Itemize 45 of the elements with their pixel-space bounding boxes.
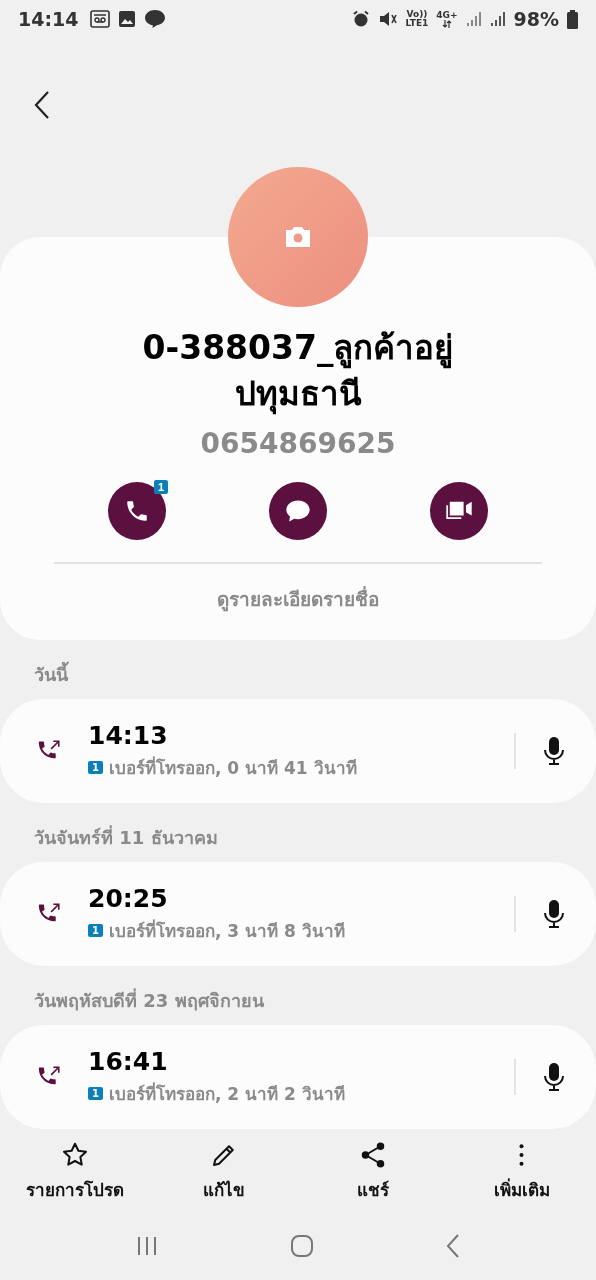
- chat-app-icon: [144, 9, 167, 30]
- date-heading: วันนี้: [33, 660, 70, 687]
- battery-percent: 98%: [513, 8, 559, 31]
- recording-button[interactable]: [542, 898, 566, 929]
- share-button[interactable]: แชร์: [302, 1138, 443, 1204]
- call-time: 20:25: [88, 883, 169, 913]
- sim-badge: 1: [88, 923, 103, 937]
- video-button[interactable]: [430, 481, 488, 540]
- battery-icon: [567, 9, 578, 29]
- message-button[interactable]: [269, 481, 327, 540]
- phone-number: 0654869625: [200, 426, 396, 460]
- call-time: 16:41: [88, 1046, 169, 1076]
- edit-button[interactable]: แก้ไข: [153, 1138, 294, 1204]
- date-heading: วันจันทร์ที่ 11 ธันวาคม: [33, 824, 219, 850]
- call-button[interactable]: 1: [108, 481, 166, 540]
- voicemail-icon: [90, 10, 111, 29]
- signal-icon: [489, 11, 506, 28]
- sim-badge: 1: [88, 1086, 103, 1100]
- recording-button[interactable]: [542, 1061, 566, 1092]
- more-icon: [519, 1142, 524, 1167]
- camera-icon: [283, 224, 313, 249]
- image-icon: [118, 10, 137, 29]
- back-nav-button[interactable]: [444, 1232, 461, 1259]
- recording-button[interactable]: [542, 735, 566, 766]
- sim-badge: 1: [88, 760, 103, 774]
- contact-name: 0-388037_ลูกค้าอยู่ปทุมธานี: [141, 326, 455, 417]
- call-log-item[interactable]: 14:13 1 เบอร์ที่โทรออก, 0 นาที 41 วินาที: [0, 698, 596, 803]
- date-heading: วันพฤหัสบดีที่ 23 พฤศจิกายน: [33, 987, 265, 1013]
- data-indicator: 4G+: [436, 10, 458, 28]
- call-detail: เบอร์ที่โทรออก, 2 นาที 2 วินาที: [108, 1081, 345, 1106]
- data-arrows-icon: [441, 19, 452, 28]
- call-log-item[interactable]: 16:41 1 เบอร์ที่โทรออก, 2 นาที 2 วินาที: [0, 1024, 596, 1129]
- home-button[interactable]: [290, 1233, 314, 1258]
- volte-indicator: Vo)) LTE1: [405, 10, 429, 29]
- call-log-item[interactable]: 20:25 1 เบอร์ที่โทรออก, 3 นาที 8 วินาที: [0, 861, 596, 966]
- star-button[interactable]: รายการโปรด: [4, 1138, 145, 1204]
- more-button[interactable]: เพิ่มเติม: [451, 1138, 592, 1204]
- signal-icon: [465, 11, 482, 28]
- call-time: 14:13: [88, 720, 169, 750]
- call-detail: เบอร์ที่โทรออก, 0 นาที 41 วินาที: [108, 755, 357, 780]
- sim-badge: 1: [153, 479, 168, 494]
- call-detail: เบอร์ที่โทรออก, 3 นาที 8 วินาที: [108, 918, 345, 943]
- alarm-icon: [351, 10, 370, 29]
- status-time: 14:14: [18, 8, 79, 31]
- mute-icon: [377, 10, 398, 29]
